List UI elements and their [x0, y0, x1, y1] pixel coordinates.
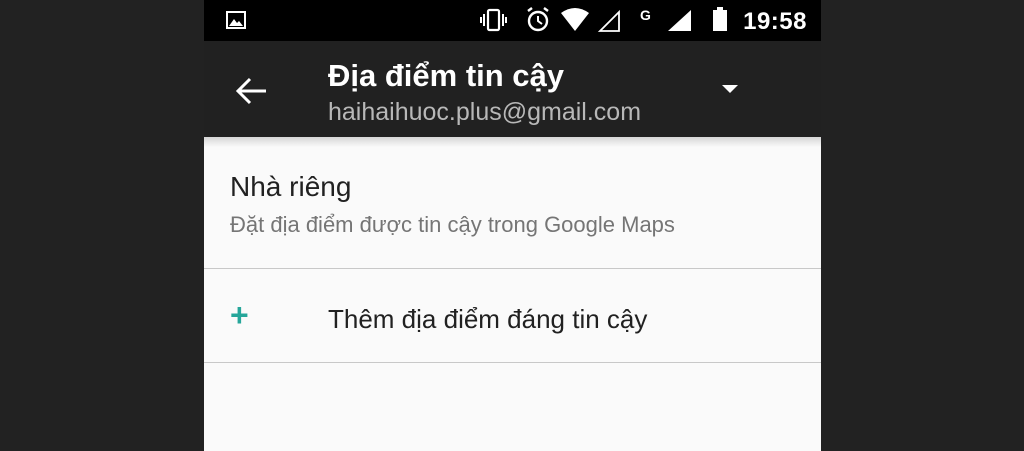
plus-icon: +	[230, 297, 249, 333]
home-subtitle: Đặt địa điểm được tin cậy trong Google M…	[230, 212, 675, 237]
dropdown-arrow-icon	[722, 85, 738, 93]
divider	[204, 362, 821, 363]
app-bar: Địa điểm tin cậy haihaihuoc.plus@gmail.c…	[204, 41, 821, 137]
status-icons: G	[480, 7, 727, 32]
wifi-icon	[561, 8, 589, 31]
add-trusted-place-button[interactable]: + Thêm địa điểm đáng tin cậy	[204, 269, 821, 362]
status-bar: G 19:58	[204, 0, 821, 41]
page-title: Địa điểm tin cậy	[328, 58, 565, 93]
account-dropdown[interactable]	[716, 79, 744, 99]
home-title: Nhà riêng	[230, 171, 352, 202]
signal-empty-icon	[597, 9, 620, 32]
arrow-back-icon	[235, 77, 266, 105]
status-clock: 19:58	[743, 8, 807, 35]
vibrate-icon	[480, 8, 507, 32]
alarm-icon	[527, 7, 549, 32]
add-trusted-place-label: Thêm địa điểm đáng tin cậy	[328, 304, 648, 334]
phone-screen: G 19:58 Địa điểm tin cậy haihaihuoc.plus…	[204, 0, 821, 451]
signal-icon	[668, 10, 691, 31]
battery-icon	[713, 7, 727, 31]
g-network-icon: G	[640, 7, 651, 23]
account-email[interactable]: haihaihuoc.plus@gmail.com	[328, 98, 641, 127]
list-item-home[interactable]: Nhà riêng Đặt địa điểm được tin cậy tron…	[204, 137, 821, 268]
back-button[interactable]	[230, 69, 274, 113]
